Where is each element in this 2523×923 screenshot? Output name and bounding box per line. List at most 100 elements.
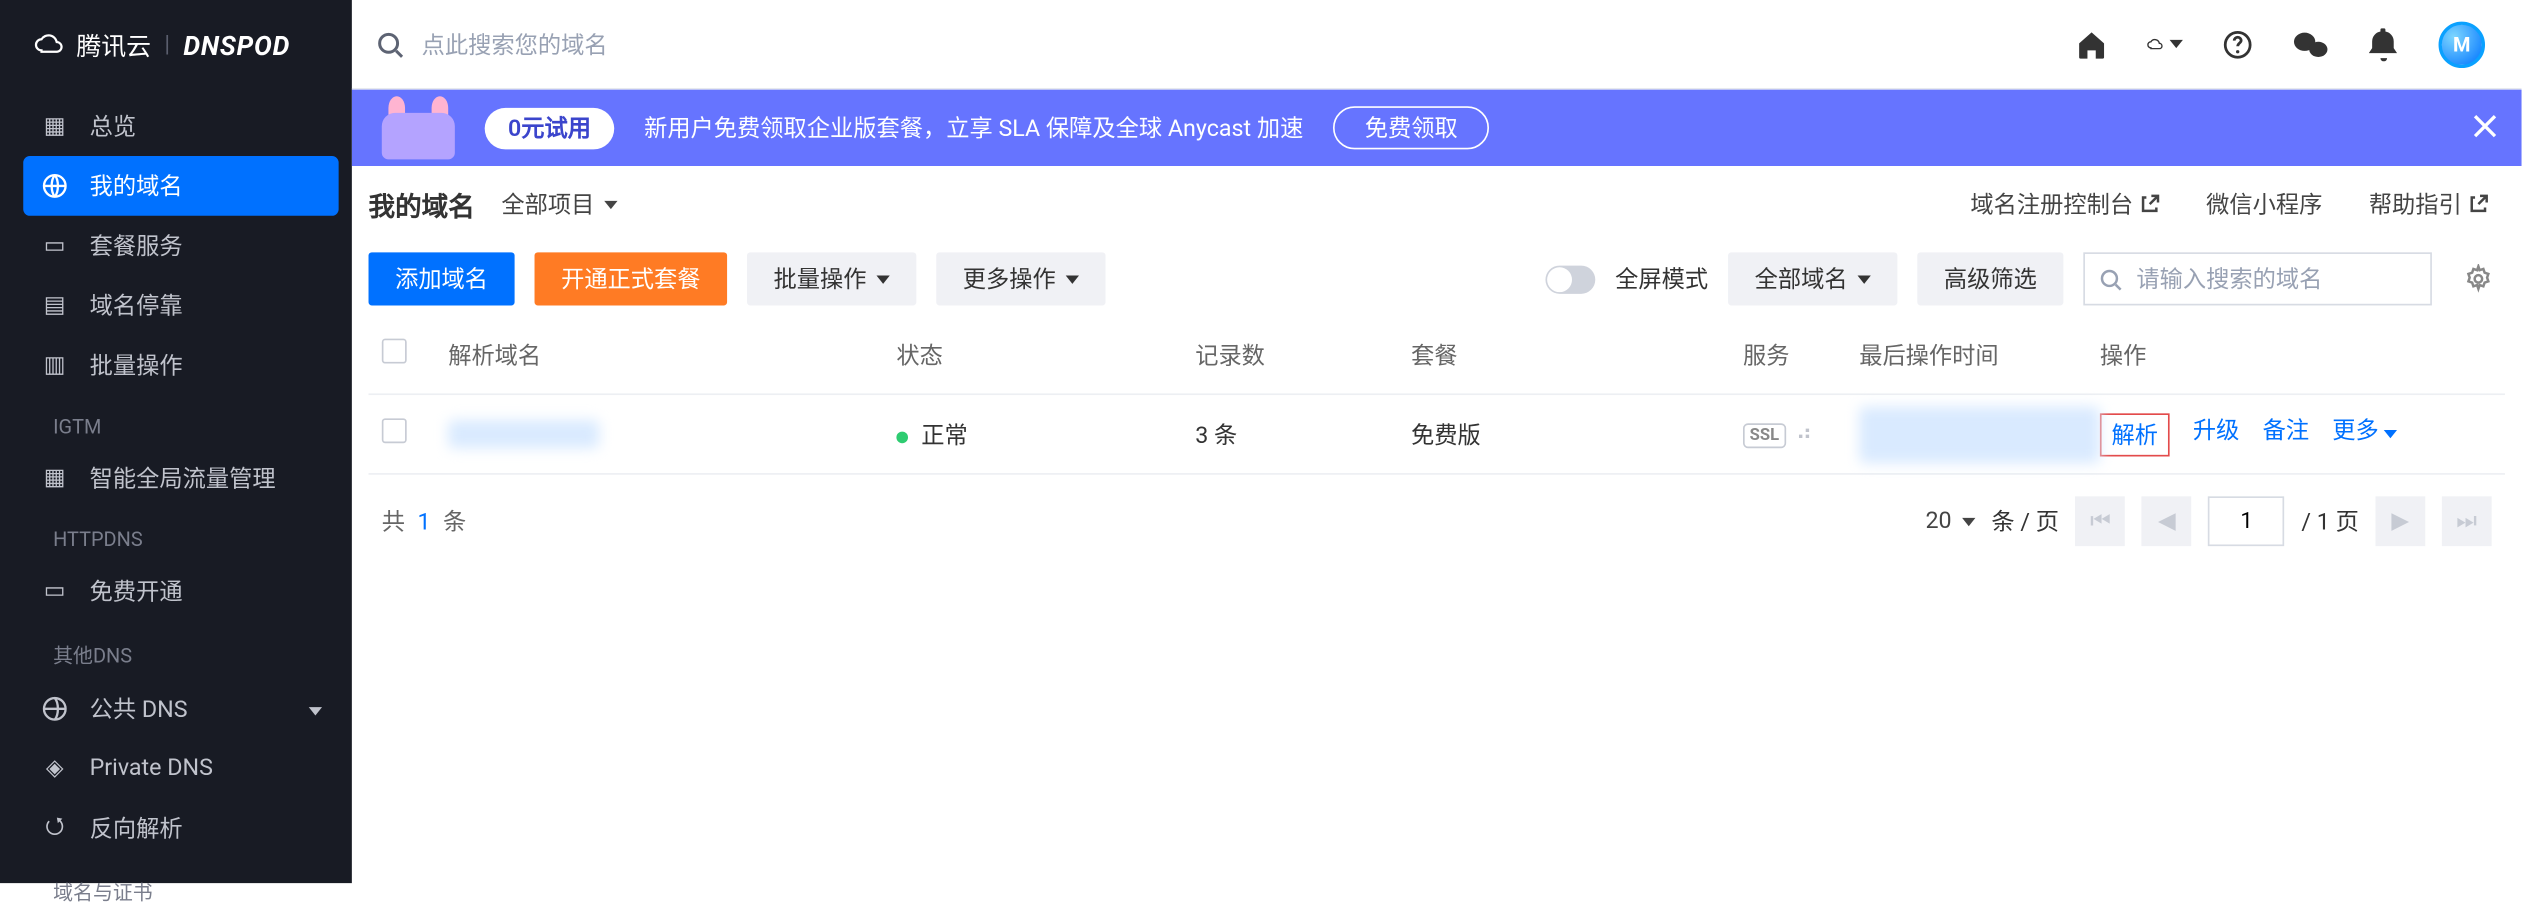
traffic-icon: ▦ (40, 463, 70, 493)
action-resolve[interactable]: 解析 (2100, 413, 2170, 456)
link-wechat-miniprogram[interactable]: 微信小程序 (2206, 188, 2322, 221)
next-page-button[interactable]: ▶ (2375, 496, 2425, 546)
sidebar-item-batch-ops[interactable]: ▥ 批量操作 (23, 335, 338, 395)
page-size-selector[interactable]: 20 (1925, 508, 1974, 535)
dashboard-icon: ▦ (40, 111, 70, 141)
panels-icon: ▤ (40, 291, 70, 321)
sidebar-item-label: 批量操作 (90, 349, 183, 382)
main-content: 点此搜索您的域名 M 0元试用 新用户免费领取企业版套餐，立享 SLA 保障及全… (352, 0, 2522, 883)
sidebar-item-label: Private DNS (90, 755, 213, 782)
row-actions: 解析 升级 备注 更多 (2100, 413, 2492, 456)
advanced-filter-button[interactable]: 高级筛选 (1917, 252, 2063, 305)
wechat-icon[interactable] (2292, 26, 2329, 63)
col-domain: 解析域名 (448, 338, 896, 371)
brand-dnspod[interactable]: DNSPOD (183, 29, 290, 61)
sidebar-item-public-dns[interactable]: 公共 DNS (23, 679, 338, 739)
help-icon[interactable] (2219, 26, 2256, 63)
page-number-input[interactable] (2208, 496, 2284, 546)
domain-name-redacted[interactable]: ████████ (448, 420, 600, 448)
settings-icon[interactable] (2452, 252, 2505, 305)
brand-bar: 腾讯云 | DNSPOD (0, 0, 352, 90)
action-upgrade[interactable]: 升级 (2193, 413, 2239, 456)
add-domain-button[interactable]: 添加域名 (369, 252, 515, 305)
more-ops-dropdown[interactable]: 更多操作 (936, 252, 1105, 305)
sidebar-item-igtm[interactable]: ▦ 智能全局流量管理 (23, 448, 338, 508)
sidebar-item-label: 智能全局流量管理 (90, 461, 276, 494)
unlock-icon: ▭ (40, 576, 70, 606)
external-icon (2468, 194, 2488, 214)
table-row: ████████ 正常 3 条 免费版 SSL⠴ ████-██-██ ██:█… (369, 395, 2505, 475)
col-service: 服务 (1743, 338, 1859, 371)
close-icon[interactable] (2472, 113, 2499, 146)
sidebar-item-plan-services[interactable]: ▭ 套餐服务 (23, 216, 338, 276)
cloud-icon (33, 33, 66, 56)
external-icon (2140, 194, 2160, 214)
home-icon[interactable] (2073, 26, 2110, 63)
sidebar-item-reverse-dns[interactable]: ⭯反向解析 (23, 798, 338, 858)
sidebar-item-label: 总览 (90, 110, 136, 143)
fullscreen-toggle[interactable] (1545, 265, 1595, 293)
pagination: 20 条 / 页 ⏮ ◀ / 1 页 ▶ ⏭ (1925, 496, 2491, 546)
activate-plan-button[interactable]: 开通正式套餐 (535, 252, 728, 305)
project-selector[interactable]: 全部项目 (501, 188, 617, 221)
header-links: 域名注册控制台 微信小程序 帮助指引 (1970, 188, 2488, 221)
action-more[interactable]: 更多 (2332, 413, 2398, 456)
sidebar-item-label: 域名停靠 (90, 289, 183, 322)
domain-search-input[interactable]: 请输入搜索的域名 (2083, 252, 2432, 305)
page-header: 我的域名 全部项目 域名注册控制台 微信小程序 帮助指引 (352, 166, 2522, 242)
package-icon: ▭ (40, 231, 70, 261)
list-icon: ▥ (40, 350, 70, 380)
sidebar-item-overview[interactable]: ▦ 总览 (23, 96, 338, 156)
sidebar-item-private-dns[interactable]: ◈ Private DNS (23, 739, 338, 799)
fullscreen-label: 全屏模式 (1615, 262, 1708, 295)
sidebar-item-label: 公共 DNS (90, 692, 188, 725)
banner-text: 新用户免费领取企业版套餐，立享 SLA 保障及全球 Anycast 加速 (644, 111, 1303, 144)
sidebar: 腾讯云 | DNSPOD ▦总览 我的域名 ▭套餐服务 ▤域名停靠 ▥批量操作 … (0, 0, 352, 883)
sidebar-item-free-activate[interactable]: ▭免费开通 (23, 561, 338, 621)
tencent-cloud-logo[interactable]: 腾讯云 (33, 27, 151, 62)
batch-ops-dropdown[interactable]: 批量操作 (747, 252, 916, 305)
trial-badge: 0元试用 (485, 107, 614, 148)
share-icon[interactable]: ⠴ (1796, 420, 1813, 447)
sidebar-section-domain-cert: 域名与证书 (23, 858, 338, 916)
status-text: 正常 (921, 422, 967, 449)
user-avatar[interactable]: M (2439, 21, 2485, 67)
col-plan: 套餐 (1411, 338, 1743, 371)
bell-icon[interactable] (2366, 26, 2403, 63)
search-icon (375, 29, 405, 59)
link-domain-registry[interactable]: 域名注册控制台 (1970, 188, 2159, 221)
reverse-icon: ⭯ (40, 813, 70, 843)
first-page-button[interactable]: ⏮ (2076, 496, 2126, 546)
banner-cta-button[interactable]: 免费领取 (1333, 106, 1489, 149)
row-checkbox[interactable] (382, 418, 407, 443)
last-page-button[interactable]: ⏭ (2442, 496, 2492, 546)
table-header: 解析域名 状态 记录数 套餐 服务 最后操作时间 操作 (369, 315, 2505, 395)
page-title: 我的域名 (369, 184, 475, 224)
sidebar-section-otherdns: 其他DNS (23, 621, 338, 679)
page-total: / 1 页 (2301, 505, 2358, 538)
sidebar-item-domain-parking[interactable]: ▤ 域名停靠 (23, 276, 338, 336)
select-all-checkbox[interactable] (382, 339, 407, 364)
sidebar-item-label: 我的域名 (90, 169, 183, 202)
per-page-label: 条 / 页 (1991, 505, 2059, 538)
sidebar-section-httpdns: HTTPDNS (23, 508, 338, 561)
cloud-menu-icon[interactable] (2146, 26, 2183, 63)
record-count: 3 条 (1195, 417, 1411, 450)
sidebar-item-my-domains[interactable]: 我的域名 (23, 156, 338, 216)
diamond-icon: ◈ (40, 754, 70, 784)
domain-filter-dropdown[interactable]: 全部域名 (1728, 252, 1897, 305)
top-icons: M (2073, 21, 2485, 67)
search-icon (2098, 266, 2123, 291)
sidebar-section-igtm: IGTM (23, 395, 338, 448)
link-help-guide[interactable]: 帮助指引 (2369, 188, 2489, 221)
global-search[interactable]: 点此搜索您的域名 (375, 27, 2040, 60)
action-remark[interactable]: 备注 (2263, 413, 2309, 456)
prev-page-button[interactable]: ◀ (2142, 496, 2192, 546)
promo-banner: 0元试用 新用户免费领取企业版套餐，立享 SLA 保障及全球 Anycast 加… (352, 90, 2522, 166)
sidebar-item-label: 套餐服务 (90, 229, 183, 262)
globe-icon (40, 694, 70, 724)
total-count: 共 1 条 (382, 505, 466, 538)
col-status: 状态 (896, 338, 1195, 371)
table-footer: 共 1 条 20 条 / 页 ⏮ ◀ / 1 页 ▶ ⏭ (352, 475, 2522, 568)
chevron-down-icon (309, 696, 322, 723)
